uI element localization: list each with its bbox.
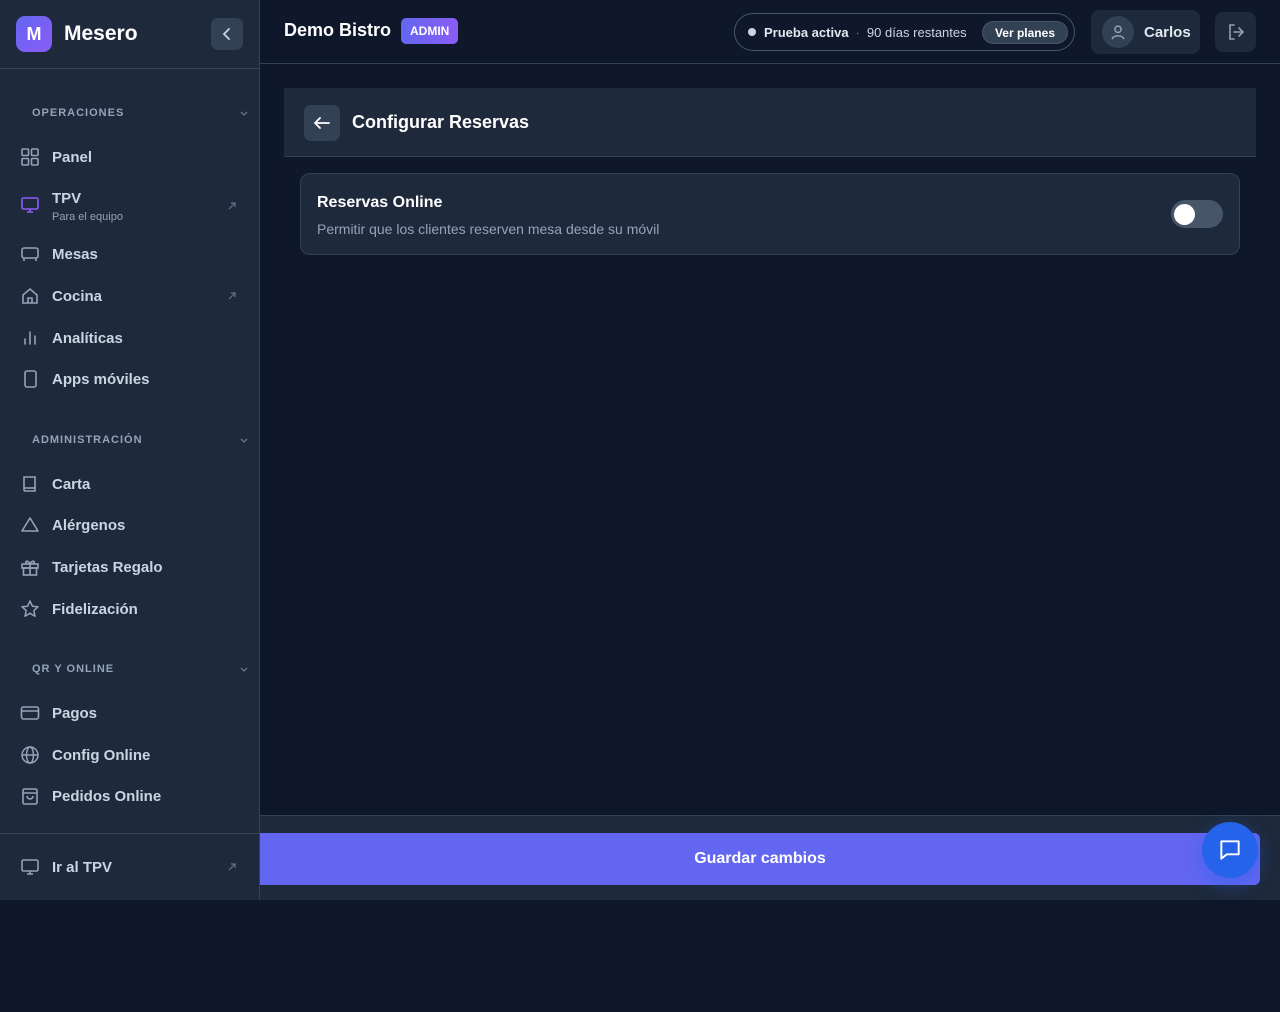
nav-item-carta[interactable]: Carta xyxy=(20,472,244,496)
toggle-knob xyxy=(1174,204,1195,225)
chevron-down-icon[interactable] xyxy=(238,663,250,675)
trial-status: Prueba activa xyxy=(764,24,849,40)
status-dot xyxy=(748,28,756,36)
sidebar: M Mesero OPERACIONES Panel TPV Para el e… xyxy=(0,0,260,900)
user-menu[interactable]: Carlos xyxy=(1091,10,1200,54)
logout-button[interactable] xyxy=(1215,12,1256,52)
nav-label-ir-tpv: Ir al TPV xyxy=(52,858,113,876)
view-plans-button[interactable]: Ver planes xyxy=(981,21,1068,44)
nav-item-ir-tpv[interactable]: Ir al TPV xyxy=(20,855,244,879)
chevron-left-icon xyxy=(222,28,230,40)
external-link-icon xyxy=(228,292,236,300)
nav-label-panel: Panel xyxy=(52,148,93,166)
globe-icon xyxy=(20,745,40,765)
nav-label-tarjetas: Tarjetas Regalo xyxy=(52,558,163,576)
nav-label-mesas: Mesas xyxy=(52,245,98,263)
nav-sub-tpv: Para el equipo xyxy=(52,211,123,223)
nav-item-analiticas[interactable]: Analíticas xyxy=(20,326,244,350)
brand: M Mesero xyxy=(0,0,259,69)
external-link-icon xyxy=(228,863,236,871)
trial-separator: · xyxy=(855,24,860,40)
nav-label-pedidos-online: Pedidos Online xyxy=(52,787,162,805)
save-bar: Guardar cambios xyxy=(260,815,1280,900)
chat-bubble-icon xyxy=(1220,840,1240,860)
nav-label-pagos: Pagos xyxy=(52,704,98,722)
shopping-bag-icon xyxy=(20,786,40,806)
nav-item-tpv[interactable]: TPV xyxy=(20,186,244,213)
collapse-sidebar-button[interactable] xyxy=(211,18,243,50)
star-icon xyxy=(20,599,40,619)
user-name: Carlos xyxy=(1144,23,1191,41)
table-icon xyxy=(20,244,40,264)
logout-icon xyxy=(1228,24,1244,40)
restaurant-name: Demo Bistro xyxy=(284,20,392,40)
section-operaciones[interactable]: OPERACIONES xyxy=(32,107,124,119)
nav-label-analiticas: Analíticas xyxy=(52,329,123,347)
nav-item-pedidos-online[interactable]: Pedidos Online xyxy=(20,784,244,808)
grid-icon xyxy=(20,147,40,167)
role-badge: ADMIN xyxy=(401,18,459,44)
back-button[interactable] xyxy=(304,105,340,141)
gift-icon xyxy=(20,557,40,577)
brand-logo: M xyxy=(16,16,52,52)
nav-label-tpv: TPV xyxy=(52,189,82,207)
warning-triangle-icon xyxy=(20,515,40,535)
smartphone-icon xyxy=(20,369,40,389)
sidebar-footer: Ir al TPV xyxy=(0,833,259,900)
chevron-down-icon[interactable] xyxy=(238,107,250,119)
page-title: Configurar Reservas xyxy=(352,112,530,132)
page-header: Configurar Reservas xyxy=(284,88,1256,157)
setting-description: Permitir que los clientes reserven mesa … xyxy=(317,221,660,237)
nav-item-fidelizacion[interactable]: Fidelización xyxy=(20,597,244,621)
chat-button[interactable] xyxy=(1202,822,1258,878)
arrow-left-icon xyxy=(313,117,330,129)
home-icon xyxy=(20,286,40,306)
nav-item-config-online[interactable]: Config Online xyxy=(20,743,244,767)
nav-item-mesas[interactable]: Mesas xyxy=(20,242,244,266)
brand-name: Mesero xyxy=(64,22,138,45)
nav-item-tarjetas[interactable]: Tarjetas Regalo xyxy=(20,555,244,579)
nav-label-config-online: Config Online xyxy=(52,746,151,764)
trial-status-pill: Prueba activa · 90 días restantes Ver pl… xyxy=(734,13,1075,51)
section-administracion[interactable]: ADMINISTRACIÓN xyxy=(32,434,143,446)
nav-label-apps: Apps móviles xyxy=(52,370,150,388)
nav-item-apps[interactable]: Apps móviles xyxy=(20,367,244,391)
monitor-icon xyxy=(20,857,40,877)
setting-card-online-reservations: Reservas Online Permitir que los cliente… xyxy=(300,173,1240,255)
nav-label-carta: Carta xyxy=(52,475,91,493)
online-reservations-toggle[interactable] xyxy=(1171,200,1223,228)
save-button[interactable]: Guardar cambios xyxy=(260,833,1260,885)
nav-label-fidelizacion: Fidelización xyxy=(52,600,138,618)
nav-label-cocina: Cocina xyxy=(52,287,103,305)
setting-title: Reservas Online xyxy=(317,194,443,211)
book-icon xyxy=(20,474,40,494)
section-qr-online[interactable]: QR Y ONLINE xyxy=(32,663,114,675)
chevron-down-icon[interactable] xyxy=(238,434,250,446)
nav-label-alergenos: Alérgenos xyxy=(52,516,126,534)
nav-item-alergenos[interactable]: Alérgenos xyxy=(20,513,244,537)
external-link-icon xyxy=(228,202,236,210)
trial-days: 90 días restantes xyxy=(866,24,967,40)
monitor-icon xyxy=(20,195,40,215)
nav-item-panel[interactable]: Panel xyxy=(20,145,244,169)
credit-card-icon xyxy=(20,703,40,723)
nav-item-pagos[interactable]: Pagos xyxy=(20,701,244,725)
user-icon xyxy=(1102,16,1134,48)
nav-item-cocina[interactable]: Cocina xyxy=(20,284,244,308)
top-header: Demo Bistro ADMIN Prueba activa · 90 día… xyxy=(260,0,1280,64)
bar-chart-icon xyxy=(20,328,40,348)
